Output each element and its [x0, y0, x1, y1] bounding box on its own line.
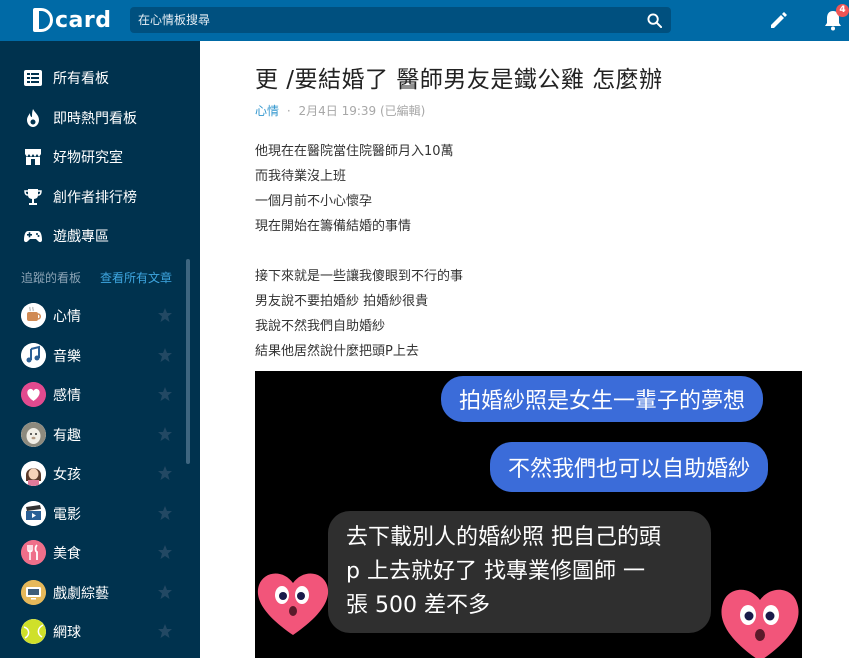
search-button[interactable]: [637, 7, 671, 33]
star-icon[interactable]: [157, 544, 173, 560]
post-title: 更 /要結婚了 醫師男友是鐵公雞 怎麼辦: [255, 67, 663, 93]
alpaca-icon: [21, 422, 46, 447]
chat-screenshot-image[interactable]: 拍婚紗照是女生一輩子的夢想 不然我們也可以自助婚紗 去下載別人的婚紗照 把自己的…: [255, 371, 802, 658]
star-icon[interactable]: [157, 584, 173, 600]
star-icon[interactable]: [157, 505, 173, 521]
music-icon: [21, 343, 46, 368]
chat-bubble-text: 不然我們也可以自助婚紗: [508, 457, 751, 482]
heart-emoji-sticker: [721, 589, 799, 658]
board-label: 電影: [53, 507, 81, 523]
clapper-icon: [21, 501, 46, 526]
tennis-icon: [21, 619, 46, 644]
board-label: 有趣: [53, 428, 81, 444]
sidebar-board-girl[interactable]: 女孩: [0, 455, 200, 491]
star-icon[interactable]: [157, 426, 173, 442]
chat-bubble-received: 去下載別人的婚紗照 把自己的頭 p 上去就好了 找專業修圖師 一 張 500 差…: [328, 511, 711, 633]
post-line: 現在開始在籌備結婚的事情: [255, 219, 412, 234]
sidebar-item-goods-lab[interactable]: 好物研究室: [0, 139, 200, 175]
post-meta: 心情 · 2月4日 19:39 (已編輯): [255, 102, 425, 119]
sidebar-item-games[interactable]: 遊戲專區: [0, 218, 200, 254]
star-icon[interactable]: [157, 623, 173, 639]
star-icon[interactable]: [157, 347, 173, 363]
chat-bubble-line: 去下載別人的婚紗照 把自己的頭: [346, 525, 661, 550]
top-bar: card 4: [0, 0, 849, 41]
write-post-button[interactable]: [768, 9, 790, 31]
sidebar: 所有看板 即時熱門看板 好物研究室 創作者排行榜 遊戲專區 追蹤的看板 查看所有…: [0, 41, 200, 658]
logo-text: card: [55, 7, 112, 33]
board-label: 心情: [53, 309, 81, 325]
shop-icon: [23, 147, 43, 167]
post-line: 而我待業沒上班: [255, 169, 347, 184]
cutlery-icon: [21, 540, 46, 565]
heart-emoji-sticker: [257, 573, 329, 635]
sidebar-board-music[interactable]: 音樂: [0, 337, 200, 373]
sidebar-board-mood[interactable]: 心情: [0, 297, 200, 333]
tv-icon: [21, 580, 46, 605]
sidebar-item-label: 好物研究室: [53, 150, 123, 166]
sidebar-board-funny[interactable]: 有趣: [0, 416, 200, 452]
star-icon[interactable]: [157, 465, 173, 481]
post-date: 2月4日 19:39 (已編輯): [298, 104, 426, 118]
sidebar-item-label: 遊戲專區: [53, 229, 109, 245]
sidebar-item-all-boards[interactable]: 所有看板: [0, 60, 200, 96]
chat-bubble-line: 張 500 差不多: [346, 593, 490, 618]
heart-icon: [21, 382, 46, 407]
sidebar-item-creator-ranking[interactable]: 創作者排行榜: [0, 179, 200, 215]
gamepad-icon: [23, 226, 43, 246]
trophy-icon: [23, 187, 43, 207]
chat-bubble-sent: 不然我們也可以自助婚紗: [490, 442, 769, 492]
followed-boards-heading: 追蹤的看板: [21, 271, 82, 285]
sidebar-board-movie[interactable]: 電影: [0, 495, 200, 531]
girl-icon: [21, 461, 46, 486]
board-label: 網球: [53, 625, 81, 641]
star-icon[interactable]: [157, 307, 173, 323]
sidebar-item-label: 所有看板: [53, 71, 109, 87]
post-forum-link[interactable]: 心情: [255, 104, 279, 118]
sidebar-board-drama[interactable]: 戲劇綜藝: [0, 574, 200, 610]
post-line: 接下來就是一些讓我傻眼到不行的事: [255, 269, 464, 284]
sidebar-board-relationship[interactable]: 感情: [0, 376, 200, 412]
board-label: 感情: [53, 388, 81, 404]
fire-icon: [23, 108, 43, 128]
post-line: 一個月前不小心懷孕: [255, 194, 373, 209]
board-label: 戲劇綜藝: [53, 586, 109, 602]
post-body: 他現在在醫院當住院醫師月入10萬 而我待業沒上班 一個月前不小心懷孕 現在開始在…: [255, 140, 815, 365]
sidebar-item-trending[interactable]: 即時熱門看板: [0, 100, 200, 136]
post-panel: 更 /要結婚了 醫師男友是鐵公雞 怎麼辦 心情 · 2月4日 19:39 (已編…: [200, 41, 849, 658]
post-line: [255, 240, 815, 265]
board-label: 美食: [53, 546, 81, 562]
logo-d-mark: [33, 8, 53, 32]
notification-badge: 4: [836, 4, 849, 17]
chat-bubble-sent: 拍婚紗照是女生一輩子的夢想: [441, 376, 764, 422]
search-input[interactable]: [130, 7, 635, 33]
dcard-logo[interactable]: card: [33, 6, 111, 34]
pencil-icon: [771, 12, 787, 28]
star-icon[interactable]: [157, 386, 173, 402]
mood-icon: [21, 303, 46, 328]
board-label: 女孩: [53, 467, 81, 483]
chat-bubble-line: p 上去就好了 找專業修圖師 一: [346, 559, 645, 584]
sidebar-item-label: 即時熱門看板: [53, 111, 137, 127]
search-box: [130, 7, 671, 33]
view-all-posts-link[interactable]: 查看所有文章: [100, 269, 172, 286]
meta-separator: ·: [286, 104, 291, 118]
list-icon: [23, 68, 43, 88]
sidebar-board-food[interactable]: 美食: [0, 534, 200, 570]
post-line: 我說不然我們自助婚紗: [255, 319, 386, 334]
post-line: 他現在在醫院當住院醫師月入10萬: [255, 144, 454, 159]
sidebar-item-label: 創作者排行榜: [53, 190, 137, 206]
search-icon: [646, 12, 662, 28]
post-line: 男友說不要拍婚紗 拍婚紗很貴: [255, 294, 429, 309]
post-line: 結果他居然說什麼把頭P上去: [255, 344, 419, 359]
sidebar-board-tennis[interactable]: 網球: [0, 613, 200, 649]
board-label: 音樂: [53, 349, 81, 365]
